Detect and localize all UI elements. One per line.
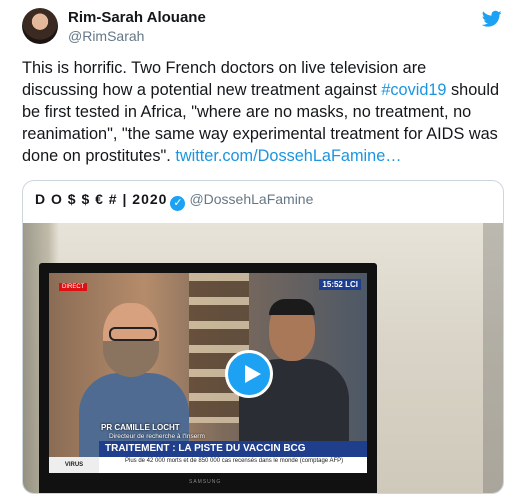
news-ticker: Plus de 42 000 morts et de 850 000 cas r… [99,457,367,473]
channel-logo: 15:52 LCI [319,279,361,290]
caption-name: PR CAMILLE LOCHT [101,423,180,432]
author-handle[interactable]: @RimSarah [68,28,144,44]
section-tag: VIRUS [49,457,99,473]
twitter-bird-icon[interactable] [482,10,502,28]
tv-frame: DIRECT 15:52 LCI PR CAMILLE LOCHT Direct… [39,263,377,493]
hashtag-link[interactable]: #covid19 [381,81,446,99]
tweet-url-link[interactable]: twitter.com/DossehLaFamine… [175,147,401,165]
background-stand [483,223,503,493]
quoted-tweet[interactable]: D O $ $ € # | 2020 ✓ @DossehLaFamine DIREC… [22,180,504,494]
tweet-text-part: This is horrific. Two French doctors on … [22,59,427,99]
tweet-text: This is horrific. Two French doctors on … [22,57,504,167]
headline-banner: TRAITEMENT : LA PISTE DU VACCIN BCG [99,441,367,457]
verified-badge-icon: ✓ [170,196,186,211]
avatar[interactable] [22,8,58,44]
video-thumbnail[interactable]: DIRECT 15:52 LCI PR CAMILLE LOCHT Direct… [23,223,503,493]
author-name[interactable]: Rim-Sarah Alouane [68,9,206,26]
quoted-author-handle[interactable]: @DossehLaFamine [189,191,313,207]
quoted-header: D O $ $ € # | 2020 ✓ @DossehLaFamine [35,191,313,211]
tv-screen: DIRECT 15:52 LCI PR CAMILLE LOCHT Direct… [49,273,367,473]
caption-title: Directeur de recherche à l'Inserm [109,433,205,440]
play-icon[interactable] [225,350,273,398]
tv-brand: SAMSUNG [189,479,222,485]
quoted-author-name[interactable]: D O $ $ € # | 2020 [35,191,167,207]
live-tag: DIRECT [59,283,88,291]
